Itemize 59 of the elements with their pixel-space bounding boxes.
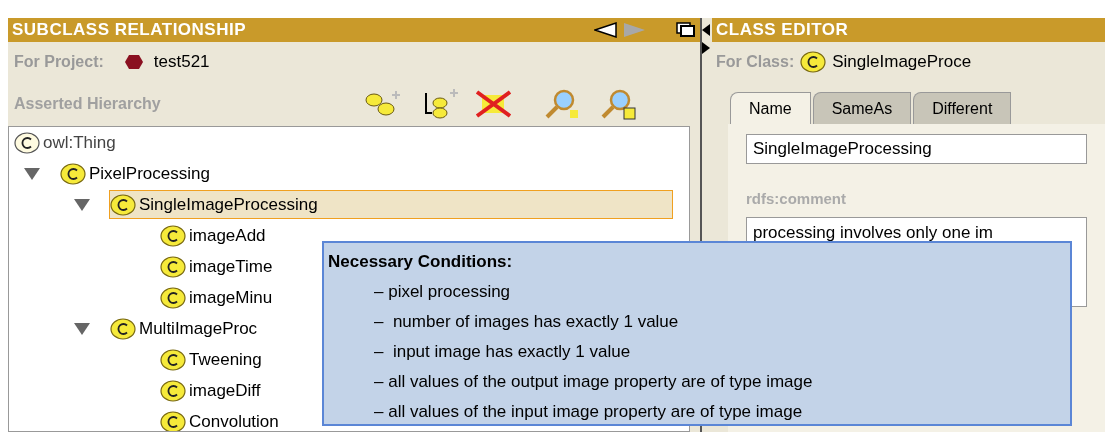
- tree-item[interactable]: Tweening: [159, 345, 271, 374]
- class-label: For Class:: [716, 52, 795, 72]
- maximize-icon[interactable]: [676, 22, 696, 38]
- class-icon: [160, 379, 186, 402]
- tree-item-label: SingleImageProcessing: [139, 193, 318, 216]
- collapse-right-icon[interactable]: [702, 42, 710, 54]
- class-icon: [800, 51, 827, 73]
- delete-icon[interactable]: [474, 89, 514, 119]
- tab[interactable]: Different: [913, 92, 1012, 124]
- class-icon: [110, 193, 136, 216]
- class-icon: [160, 286, 186, 309]
- class-icon: [110, 317, 136, 340]
- project-icon: [123, 54, 144, 70]
- tree-item[interactable]: MultiImageProc: [109, 314, 267, 343]
- tree-item[interactable]: SingleImageProcessing: [109, 190, 673, 219]
- tree-item-label: imageMinu: [189, 286, 273, 309]
- panel-title: CLASS EDITOR: [716, 19, 849, 42]
- expand-toggle-icon[interactable]: [73, 197, 91, 212]
- tab[interactable]: Name: [730, 92, 811, 124]
- tree-item[interactable]: imageTime: [159, 252, 282, 281]
- class-name: SingleImageProce: [832, 51, 972, 74]
- back-arrow-icon[interactable]: [594, 22, 618, 38]
- tree-item[interactable]: imageDiff: [159, 376, 270, 405]
- tree-item-label: Tweening: [189, 348, 262, 371]
- tree-item[interactable]: imageMinu: [159, 283, 282, 312]
- tree-item[interactable]: PixelProcessing: [59, 159, 219, 188]
- search-class-icon[interactable]: [600, 88, 636, 120]
- condition-text: – input image has exactly 1 value: [374, 341, 632, 363]
- tooltip-title: Necessary Conditions:: [328, 251, 514, 273]
- tree-item-label: Convolution: [189, 410, 279, 431]
- tree-item-label: PixelProcessing: [89, 162, 210, 185]
- tree-item[interactable]: Convolution: [159, 407, 288, 431]
- tree-item-label: owl:Thing: [43, 131, 116, 154]
- class-icon: [160, 224, 186, 247]
- collapse-left-icon[interactable]: [702, 24, 710, 36]
- class-icon: [160, 410, 186, 431]
- tree-item-label: imageAdd: [189, 224, 266, 247]
- class-icon: [60, 162, 86, 185]
- class-icon: [160, 348, 186, 371]
- tree-item-label: imageTime: [189, 255, 273, 278]
- condition-text: – pixel processing: [374, 281, 512, 303]
- condition-text: – number of images has exactly 1 value: [374, 311, 680, 333]
- condition-text: – all values of the input image property are of type image: [374, 401, 804, 423]
- tree-item[interactable]: owl:Thing: [13, 128, 125, 157]
- project-label: For Project:: [14, 52, 104, 72]
- expand-toggle-icon[interactable]: [23, 166, 41, 181]
- panel-title: SUBCLASS RELATIONSHIP: [12, 19, 247, 42]
- class-icon: [160, 255, 186, 278]
- tab[interactable]: SameAs: [812, 92, 912, 124]
- expand-toggle-icon[interactable]: [73, 321, 91, 336]
- comment-label: rdfs:comment: [746, 189, 847, 209]
- project-name: test521: [153, 51, 210, 74]
- hierarchy-label: Asserted Hierarchy: [14, 94, 162, 114]
- tree-item-label: imageDiff: [189, 379, 261, 402]
- tree-item-label: MultiImageProc: [139, 317, 258, 340]
- name-field[interactable]: SingleImageProcessing: [746, 134, 1087, 164]
- condition-text: – all values of the output image property are of type image: [374, 371, 814, 393]
- tree-item[interactable]: imageAdd: [159, 221, 275, 250]
- class-icon: [14, 131, 40, 154]
